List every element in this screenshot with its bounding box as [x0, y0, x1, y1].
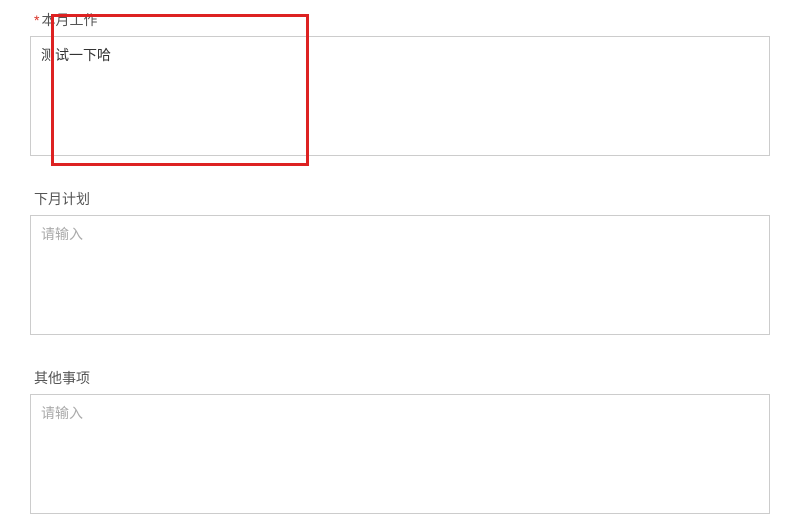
- label-text-this-month: 本月工作: [41, 12, 97, 28]
- field-other-items: 其他事项: [30, 368, 770, 519]
- label-other-items: 其他事项: [30, 368, 770, 388]
- label-next-month-plan: 下月计划: [30, 189, 770, 209]
- textarea-other-items[interactable]: [30, 394, 770, 514]
- label-text-other: 其他事项: [34, 370, 90, 386]
- textarea-next-month-plan[interactable]: [30, 215, 770, 335]
- label-text-next-month: 下月计划: [34, 191, 90, 207]
- field-this-month-work: *本月工作: [30, 10, 770, 161]
- field-next-month-plan: 下月计划: [30, 189, 770, 340]
- label-this-month-work: *本月工作: [30, 10, 770, 30]
- required-asterisk: *: [34, 12, 39, 28]
- textarea-this-month-work[interactable]: [30, 36, 770, 156]
